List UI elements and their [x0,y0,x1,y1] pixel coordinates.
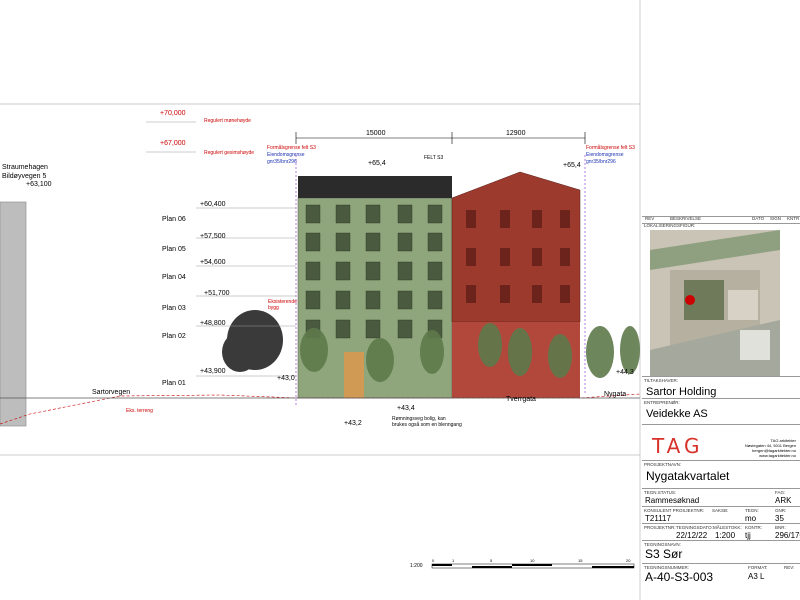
drawing-sheet: +70,000 Regulert mønehøyde +67,000 Regul… [0,0,800,600]
gnr-value: 35 [775,514,784,523]
elev-44-3: +44,3 [616,369,634,376]
firm-logo: TAG [652,434,704,458]
rev-col-date: DATO [752,216,765,221]
firm-web: www.tagarkitekter.no [759,453,796,458]
malestokk-value: 1:200 [715,531,736,540]
tegnstatus-label: TEGN.STATUS: [644,490,677,495]
scale-tick-15: 15 [578,558,583,563]
malestokk-label: MÅLESTOKK: [713,525,742,530]
terrain-label: Eks. terreng [126,408,153,414]
fag-value: ARK [775,496,792,505]
elev-red-1-note: Regulert mønehøyde [204,118,251,124]
rev-col-kntr: KNTR [787,216,800,221]
rev-label: REV: [784,565,795,570]
street-tverrgata: Tverrgata [506,396,536,403]
formal-right-1: Formålsgrense felt S3 [586,145,635,151]
scale-tick-1: 1 [452,558,455,563]
neighbor-elev: +63,100 [26,181,52,188]
roof-left-elev: +65,4 [368,160,386,167]
plan-05-label: Plan 05 [162,246,186,253]
dim-left: 15000 [366,130,386,137]
prosjektnavn-label: PROSJEKTNAVN: [644,462,682,467]
formal-left-1: Formålsgrense felt S3 [267,145,316,151]
scale-label: 1:200 [410,563,423,569]
rev-col-sign: SIGN [770,216,782,221]
rev-col-rev: REV [645,216,655,221]
fag-label: FAG: [775,490,786,495]
street-sartorvegen: Sartorvegen [92,389,131,396]
formal-left-3: gnr35/bnr296 [267,159,297,165]
plan-03-label: Plan 03 [162,305,186,312]
plan-02-elev: +48,800 [200,320,226,327]
scale-tick-5: 5 [490,558,493,563]
plan-05-elev: +57,500 [200,233,226,240]
bnr-label: BNR: [775,525,786,530]
prosjektnr-label: PROSJEKTNR: [644,525,676,530]
tegningsnummer-value: A-40-S3-003 [645,570,714,584]
elev-red-2-note: Regulert gesimshøyde [204,150,255,156]
lokalisering-label: LOKALISERINGSFIGUR: [644,223,696,228]
format-label: FORMAT: [748,565,768,570]
formal-right-2: Eiendomsgrense [586,152,624,158]
roof-right-elev: +65,4 [563,162,581,169]
rev-col-desc: BESKRIVELSE [670,216,702,221]
konsulent-label: KONSULENT PROSJEKTNR: [644,508,705,513]
tegningsnavn-value: S3 Sør [645,547,683,561]
tegningsdato-label: TEGNINGSDATO: [676,525,713,530]
neighbor-name-1: Straumehagen [2,164,48,171]
scale-tick-20: 20 [626,558,631,563]
saksb-label: SAKSB: [712,508,729,513]
formal-right-3: gnr35/bnr296 [586,159,616,165]
plan-04-label: Plan 04 [162,274,186,281]
plan-02-label: Plan 02 [162,333,186,340]
plan-04-elev: +54,600 [200,259,226,266]
format-value: A3 L [748,572,765,581]
neighbor-name-2: Bildøyvegen 5 [2,173,47,180]
escape-note-2: brukes også som en blenngang [392,422,462,428]
plan-01-elev: +43,900 [200,368,226,375]
title-block: REV BESKRIVELSE DATO SIGN KNTR LOKALISER… [642,216,800,600]
konsulent-value: T21117 [645,514,671,523]
plan-06-elev: +60,400 [200,201,226,208]
gnr-label: GNR: [775,508,787,513]
kontr-value: tjj [745,531,751,540]
tegningsdato-value: 22/12/22 [676,531,708,540]
bnr-value: 296/170 [775,531,800,540]
entreprenor-value: Veidekke AS [646,408,708,420]
elev-43-2: +43,2 [344,420,362,427]
tegn-value: mo [745,514,757,523]
dim-right: 12900 [506,130,526,137]
location-map [650,230,780,376]
tiltakshaver-label: TILTAKSHAVER: [644,378,679,383]
elev-red-2: +67,000 [160,140,186,147]
plan-03-elev: +51,700 [204,290,230,297]
kontr-label: KONTR: [745,525,763,530]
tegn-label: TEGN: [745,508,759,513]
scale-tick-0: 0 [432,558,435,563]
entreprenor-label: ENTREPRENØR: [644,400,680,405]
elev-43-0: +43,0 [277,375,295,382]
tegnstatus-value: Rammesøknad [645,496,700,505]
formal-left-2: Eiendomsgrense [267,152,305,158]
elev-43-4: +43,4 [397,405,415,412]
scale-tick-10: 10 [530,558,535,563]
prosjektnavn-value: Nygatakvartalet [646,469,730,483]
plan-01-label: Plan 01 [162,380,186,387]
plan-06-label: Plan 06 [162,216,186,223]
existing-label-2: bygg [268,305,279,311]
street-nygata: Nygata [604,391,627,398]
felt-label: FELT S3 [424,155,444,161]
elev-red-1: +70,000 [160,110,186,117]
tiltakshaver-value: Sartor Holding [646,386,717,398]
